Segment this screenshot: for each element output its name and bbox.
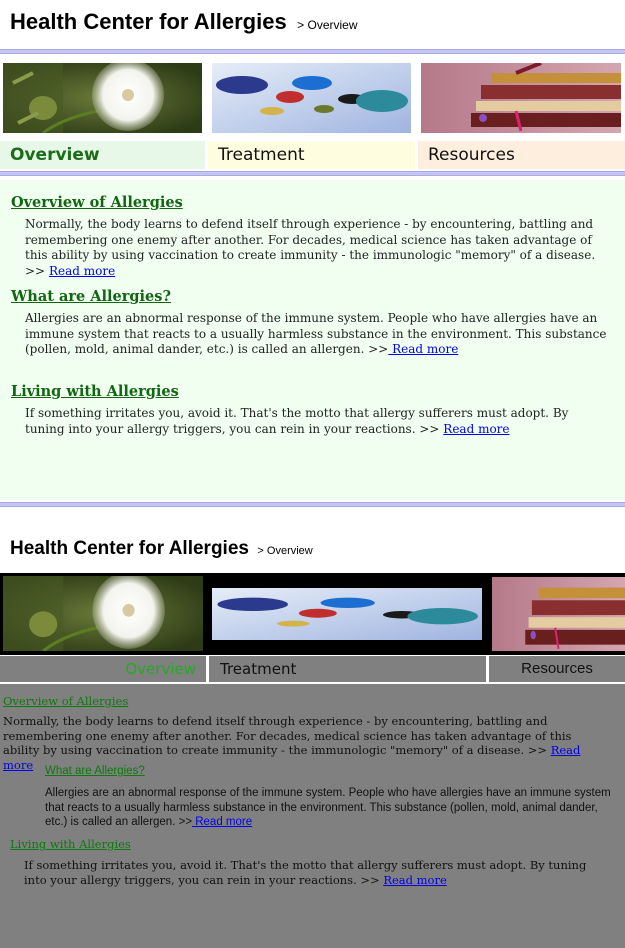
section-heading[interactable]: Living with Allergies bbox=[11, 383, 611, 400]
read-more-link[interactable]: Read more bbox=[443, 422, 509, 436]
tab-resources[interactable]: Resources bbox=[489, 656, 625, 682]
tab-treatment[interactable]: Treatment bbox=[208, 141, 415, 169]
breadcrumb: > Overview bbox=[257, 545, 313, 557]
styled-page: Health Center for Allergies > Overview O… bbox=[0, 0, 625, 520]
tab-overview[interactable]: Overview bbox=[0, 656, 206, 682]
read-more-link[interactable]: Read more bbox=[192, 816, 252, 828]
content-area: Overview of Allergies Normally, the body… bbox=[0, 684, 625, 948]
section-body: If something irritates you, avoid it. Th… bbox=[25, 406, 611, 437]
section-body: Normally, the body learns to defend itse… bbox=[3, 714, 603, 772]
degraded-page: Health Center for Allergies > Overview O… bbox=[0, 521, 625, 948]
dandelion-image bbox=[3, 576, 203, 651]
books-image bbox=[492, 577, 625, 651]
content-area: Overview of Allergies Normally, the body… bbox=[0, 180, 625, 500]
accent-divider bbox=[0, 502, 625, 507]
dandelion-image bbox=[3, 63, 202, 133]
accent-divider bbox=[0, 171, 625, 176]
section-overview-of-allergies: Overview of Allergies Normally, the body… bbox=[11, 194, 611, 279]
section-text: Allergies are an abnormal response of th… bbox=[45, 787, 611, 828]
section-text: Normally, the body learns to defend itse… bbox=[3, 714, 572, 757]
section-heading[interactable]: Overview of Allergies bbox=[11, 194, 611, 211]
section-text: Allergies are an abnormal response of th… bbox=[25, 311, 607, 356]
breadcrumb: > Overview bbox=[297, 18, 358, 32]
section-heading[interactable]: Overview of Allergies bbox=[3, 694, 128, 708]
page-header: Health Center for Allergies > Overview bbox=[10, 538, 313, 560]
books-image bbox=[421, 63, 621, 133]
page-header: Health Center for Allergies > Overview bbox=[10, 9, 358, 35]
page-title: Health Center for Allergies bbox=[10, 9, 287, 34]
section-heading[interactable]: What are Allergies? bbox=[45, 765, 145, 777]
section-heading[interactable]: What are Allergies? bbox=[11, 288, 611, 305]
section-body: Normally, the body learns to defend itse… bbox=[25, 217, 611, 279]
section-body: Allergies are an abnormal response of th… bbox=[25, 311, 611, 358]
tab-resources[interactable]: Resources bbox=[418, 141, 625, 169]
read-more-link[interactable]: Read more bbox=[388, 342, 458, 356]
page-title: Health Center for Allergies bbox=[10, 538, 249, 559]
pills-image bbox=[212, 588, 482, 640]
accent-divider bbox=[0, 49, 625, 54]
section-what-are-allergies: What are Allergies? Allergies are an abn… bbox=[11, 288, 611, 358]
pills-image bbox=[212, 63, 411, 133]
section-living-with-allergies: Living with Allergies If something irrit… bbox=[11, 383, 611, 437]
section-body: Allergies are an abnormal response of th… bbox=[45, 786, 620, 830]
tab-treatment[interactable]: Treatment bbox=[209, 656, 486, 682]
tab-overview[interactable]: Overview bbox=[0, 141, 205, 169]
section-heading[interactable]: Living with Allergies bbox=[10, 837, 131, 851]
section-body: If something irritates you, avoid it. Th… bbox=[24, 858, 599, 887]
read-more-link[interactable]: Read more bbox=[383, 873, 446, 887]
read-more-link[interactable]: Read more bbox=[49, 264, 115, 278]
section-text: If something irritates you, avoid it. Th… bbox=[24, 858, 587, 887]
